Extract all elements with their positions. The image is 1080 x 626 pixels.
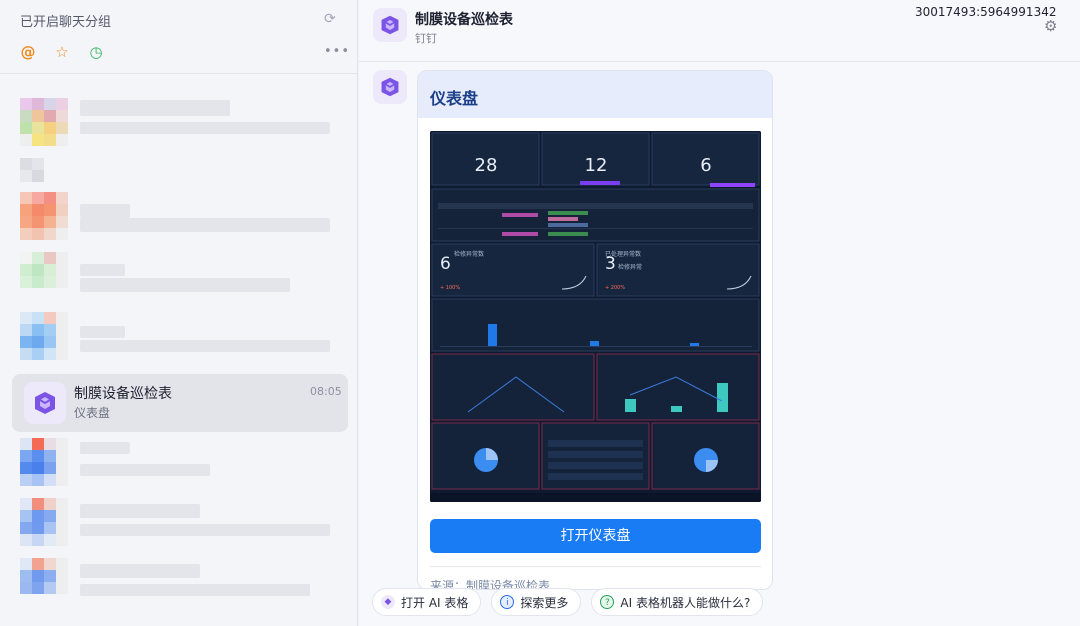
question-icon: ? (600, 595, 615, 609)
ai-table-logo-icon (373, 8, 407, 42)
dashboard-preview[interactable]: 28 12 6 6 检修异常数 + 100% 3 已处理异常数 检修异常 + 2… (430, 131, 761, 502)
divider (359, 61, 1080, 62)
chip-label: 打开 AI 表格 (401, 595, 469, 610)
chip-label: AI 表格机器人能做什么? (620, 595, 751, 610)
dashboard-card: 仪表盘 28 12 6 6 检修异常数 + 100% 3 已处理异常数 检修异常… (417, 70, 773, 590)
abnormal-label: 检修异常数 (454, 250, 484, 258)
kpi-value: 12 (585, 155, 608, 176)
handled-change: + 200% (605, 285, 625, 291)
gear-icon[interactable]: ⚙ (1044, 18, 1060, 34)
session-id: 30017493:5964991342 (915, 5, 1057, 19)
avatar (20, 98, 68, 146)
chat-preview: 仪表盘 (74, 406, 111, 420)
star-icon[interactable]: ☆ (52, 42, 72, 62)
quick-actions: ◆ 打开 AI 表格 i 探索更多 ? AI 表格机器人能做什么? (372, 588, 764, 616)
list-item[interactable] (20, 252, 340, 302)
chat-list: 制膜设备巡检表 仪表盘 08:05 (0, 74, 357, 626)
list-item[interactable] (20, 498, 340, 548)
avatar (20, 438, 68, 486)
list-item[interactable] (20, 98, 340, 148)
card-title: 仪表盘 (418, 71, 772, 118)
mention-icon[interactable]: @ (18, 42, 38, 62)
avatar (20, 312, 68, 360)
chat-title: 制膜设备巡检表 (415, 12, 513, 28)
chat-group-header: 已开启聊天分组 (20, 15, 112, 30)
list-item[interactable] (20, 192, 340, 242)
chat-time: 08:05 (310, 385, 342, 398)
list-item[interactable] (20, 312, 340, 362)
explore-more-chip[interactable]: i 探索更多 (491, 588, 582, 616)
recent-icon[interactable]: ◷ (86, 42, 106, 62)
chip-label: 探索更多 (520, 595, 569, 610)
kpi-value: 6 (700, 155, 711, 176)
refresh-icon[interactable]: ⟳ (324, 11, 340, 27)
avatar (20, 558, 68, 606)
avatar (20, 252, 68, 300)
divider (430, 566, 761, 567)
handled-label: 已处理异常数 (605, 250, 641, 258)
chat-name: 制膜设备巡检表 (74, 386, 172, 402)
abnormal-change: + 100% (440, 285, 460, 291)
more-icon[interactable]: ••• (324, 44, 350, 59)
open-dashboard-button[interactable]: 打开仪表盘 (430, 519, 761, 553)
what-can-bot-do-chip[interactable]: ? AI 表格机器人能做什么? (591, 588, 764, 616)
info-icon: i (500, 595, 515, 609)
chat-panel: 制膜设备巡检表 钉钉 30017493:5964991342 ⚙ 仪表盘 28 (359, 0, 1080, 626)
list-item[interactable] (20, 558, 340, 608)
abnormal-count: 6 (440, 254, 451, 274)
filter-toolbar: @ ☆ ◷ (18, 42, 106, 62)
chat-item-active[interactable]: 制膜设备巡检表 仪表盘 08:05 (12, 374, 348, 432)
ai-table-logo-icon (373, 70, 407, 104)
app-window: 已开启聊天分组 ⟳ @ ☆ ◷ ••• 制膜设备巡检表 仪表盘 08:05 制膜… (0, 0, 1080, 626)
handled-sub: 检修异常 (618, 263, 642, 271)
ai-table-logo-icon (24, 382, 66, 424)
chat-subtitle: 钉钉 (415, 32, 437, 45)
list-item[interactable] (20, 438, 340, 488)
kpi-value: 28 (475, 155, 498, 176)
open-ai-table-chip[interactable]: ◆ 打开 AI 表格 (372, 588, 482, 616)
avatar (20, 498, 68, 546)
sidebar: 已开启聊天分组 ⟳ @ ☆ ◷ ••• 制膜设备巡检表 仪表盘 08:05 (0, 0, 358, 626)
avatar (20, 192, 68, 240)
ai-table-icon: ◆ (381, 595, 395, 609)
